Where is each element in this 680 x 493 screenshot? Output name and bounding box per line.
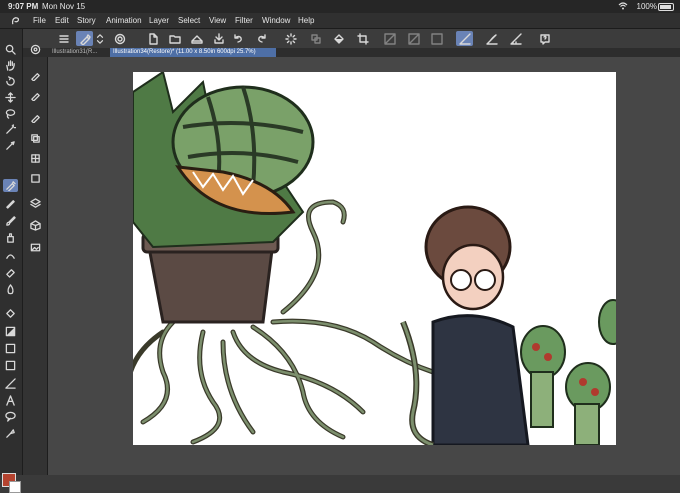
decoration-icon[interactable] xyxy=(3,249,18,262)
ruler-icon[interactable] xyxy=(507,31,524,46)
subtool-grid-icon[interactable] xyxy=(28,152,43,165)
menu-icon[interactable] xyxy=(55,31,72,46)
ruler-tool-icon[interactable] xyxy=(3,377,18,390)
new-file-icon[interactable] xyxy=(144,31,161,46)
subtool-stack-icon[interactable] xyxy=(28,197,43,210)
subtool-layer-icon[interactable] xyxy=(28,172,43,185)
sub-tool-palette xyxy=(23,44,48,475)
menu-window[interactable]: Window xyxy=(262,13,290,28)
snap-rule-icon[interactable] xyxy=(428,31,445,46)
text-icon[interactable] xyxy=(3,394,18,407)
menu-file[interactable]: File xyxy=(33,13,46,28)
target-sub-icon[interactable] xyxy=(28,43,43,56)
subtool-marker-icon[interactable] xyxy=(28,89,43,102)
subtool-image-icon[interactable] xyxy=(28,241,43,254)
move-icon[interactable] xyxy=(3,91,18,104)
perspective-icon[interactable] xyxy=(483,31,500,46)
blend-icon[interactable] xyxy=(3,283,18,296)
brush-icon[interactable] xyxy=(3,214,18,227)
pen-icon[interactable] xyxy=(3,179,18,192)
snap-grid-icon[interactable] xyxy=(405,31,422,46)
subtool-copy-icon[interactable] xyxy=(28,132,43,145)
ruler-pen-icon[interactable] xyxy=(456,31,473,46)
subtool-gpen-icon[interactable] xyxy=(28,69,43,82)
document-tabs: Illustration31(R... Illustration34(Resto… xyxy=(0,48,680,57)
menu-select[interactable]: Select xyxy=(178,13,200,28)
sub-color-swatch[interactable] xyxy=(9,481,21,493)
crop-icon[interactable] xyxy=(354,31,371,46)
tool-palette xyxy=(0,29,23,493)
hand-icon[interactable] xyxy=(3,59,18,72)
brush-settings-icon[interactable] xyxy=(76,31,93,46)
menu-bar: File Edit Story Animation Layer Select V… xyxy=(0,13,680,29)
app-logo-icon[interactable] xyxy=(10,15,21,26)
correct-line-icon[interactable] xyxy=(3,427,18,440)
menu-filter[interactable]: Filter xyxy=(235,13,253,28)
subtool-cube-icon[interactable] xyxy=(28,219,43,232)
menu-story[interactable]: Story xyxy=(77,13,96,28)
gradient-icon[interactable] xyxy=(3,325,18,338)
frame-icon[interactable] xyxy=(3,359,18,372)
status-time: 9:07 PM xyxy=(8,2,39,11)
redo-icon[interactable] xyxy=(253,31,270,46)
eraser-icon[interactable] xyxy=(3,266,18,279)
pencil-icon[interactable] xyxy=(3,197,18,210)
save-icon[interactable] xyxy=(188,31,205,46)
menu-edit[interactable]: Edit xyxy=(55,13,69,28)
battery-icon xyxy=(658,3,674,11)
menu-animation[interactable]: Animation xyxy=(106,13,142,28)
target-icon[interactable] xyxy=(111,31,128,46)
menu-help[interactable]: Help xyxy=(298,13,314,28)
open-folder-icon[interactable] xyxy=(166,31,183,46)
battery-percent: 100% xyxy=(636,2,657,11)
tab-illustration31[interactable]: Illustration31(R... xyxy=(49,48,113,57)
snap-off-icon[interactable] xyxy=(381,31,398,46)
undo-icon[interactable] xyxy=(229,31,246,46)
fill-icon[interactable] xyxy=(330,31,347,46)
eyedropper-icon[interactable] xyxy=(3,139,18,152)
rotate-icon[interactable] xyxy=(3,75,18,88)
magic-wand-icon[interactable] xyxy=(3,123,18,136)
wifi-icon xyxy=(618,2,628,10)
tab-label: Illustration34(Restore)* (11.00 x 8.50in… xyxy=(113,49,256,55)
transform-icon[interactable] xyxy=(307,31,324,46)
ios-status-bar: 9:07 PM Mon Nov 15 100% xyxy=(0,0,680,13)
zoom-icon[interactable] xyxy=(3,43,18,56)
help-icon[interactable] xyxy=(536,31,553,46)
export-icon[interactable] xyxy=(210,31,227,46)
fill-bucket-icon[interactable] xyxy=(3,307,18,320)
subtool-pencil-icon[interactable] xyxy=(28,111,43,124)
balloon-icon[interactable] xyxy=(3,410,18,423)
lasso-icon[interactable] xyxy=(3,107,18,120)
figure-icon[interactable] xyxy=(3,342,18,355)
status-date: Mon Nov 15 xyxy=(42,2,86,11)
artwork-illustration xyxy=(133,72,616,445)
canvas-workspace[interactable] xyxy=(48,57,680,475)
menu-view[interactable]: View xyxy=(209,13,226,28)
command-bar xyxy=(0,29,680,49)
drawing-canvas[interactable] xyxy=(133,72,616,445)
menu-layer[interactable]: Layer xyxy=(149,13,169,28)
chevron-updown-icon[interactable] xyxy=(95,31,105,46)
tab-label: Illustration31(R... xyxy=(52,49,98,55)
airbrush-icon[interactable] xyxy=(3,231,18,244)
loading-icon[interactable] xyxy=(282,31,299,46)
tab-illustration34[interactable]: Illustration34(Restore)* (11.00 x 8.50in… xyxy=(110,48,276,57)
